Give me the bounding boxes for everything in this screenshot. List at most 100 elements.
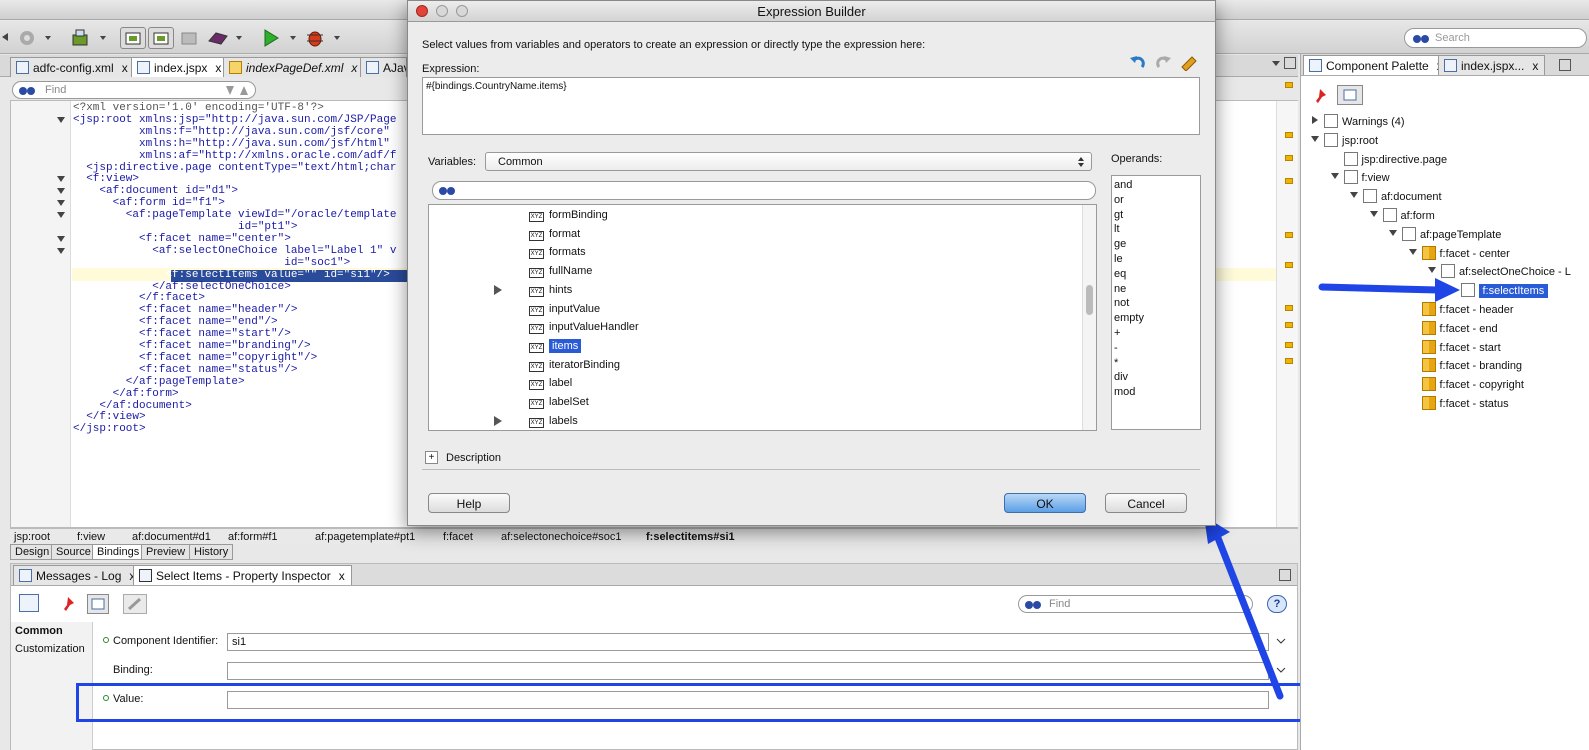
tree-toggle-icon[interactable]: [1330, 172, 1341, 181]
edit-properties-icon[interactable]: [87, 594, 109, 614]
close-icon[interactable]: x: [339, 569, 345, 583]
help-button[interactable]: Help: [428, 493, 510, 513]
dropdown-icon[interactable]: [234, 27, 244, 49]
tab-adfc-config[interactable]: adfc-config.xml x: [10, 57, 135, 77]
expand-description-icon[interactable]: +: [425, 451, 438, 464]
component-identifier-field[interactable]: si1: [227, 633, 1269, 651]
fold-toggle-icon[interactable]: [57, 235, 65, 245]
tab-preview[interactable]: Preview: [141, 544, 191, 560]
close-icon[interactable]: x: [122, 61, 128, 75]
crumb-f-view[interactable]: f:view: [77, 531, 105, 543]
variable-item[interactable]: XYZ format: [529, 228, 580, 241]
warning-marker[interactable]: [1285, 82, 1293, 88]
crumb-af-selectonechoice[interactable]: af:selectonechoice#soc1: [501, 531, 621, 543]
operand-item[interactable]: gt: [1114, 209, 1123, 221]
operand-item[interactable]: and: [1114, 179, 1132, 191]
category-customization[interactable]: Customization: [15, 643, 85, 655]
variable-item[interactable]: XYZ labelSet: [529, 396, 589, 409]
warning-marker[interactable]: [1285, 262, 1293, 268]
minimize-icon[interactable]: [1559, 59, 1571, 71]
debug-icon[interactable]: [304, 27, 326, 49]
run-icon[interactable]: [260, 27, 282, 49]
pencil-icon[interactable]: [123, 594, 147, 614]
undo-icon[interactable]: [1128, 53, 1148, 71]
tree-toggle-icon[interactable]: [1350, 191, 1360, 200]
tab-design[interactable]: Design: [10, 544, 55, 560]
variable-item[interactable]: XYZ labels: [494, 415, 578, 428]
close-icon[interactable]: x: [351, 61, 357, 75]
operand-item[interactable]: +: [1114, 327, 1120, 339]
zoom-window-icon[interactable]: [456, 5, 468, 17]
expand-arrow-icon[interactable]: [493, 284, 503, 295]
operand-item[interactable]: ge: [1114, 238, 1126, 250]
code-line[interactable]: xmlns:af="http://xmlns.oracle.com/adf/f: [73, 150, 396, 163]
tree-node[interactable]: af:form: [1369, 208, 1435, 222]
fold-toggle-icon[interactable]: [57, 199, 65, 209]
variables-scrollbar[interactable]: [1082, 205, 1096, 430]
operand-item[interactable]: eq: [1114, 268, 1126, 280]
dropdown-icon[interactable]: [98, 27, 108, 49]
category-common[interactable]: Common: [15, 625, 63, 637]
variable-item[interactable]: XYZ fullName: [529, 265, 592, 279]
edit-properties-icon[interactable]: [1337, 85, 1363, 105]
redo-icon[interactable]: [1153, 53, 1173, 71]
tab-index-jspx[interactable]: index.jspx x: [131, 57, 229, 77]
operand-item[interactable]: empty: [1114, 312, 1144, 324]
select-element-icon[interactable]: [19, 594, 39, 612]
variable-item[interactable]: XYZ formBinding: [529, 209, 608, 222]
tree-toggle-icon[interactable]: [1369, 210, 1380, 219]
tree-toggle-icon[interactable]: [1311, 116, 1321, 125]
code-line[interactable]: xmlns:f="http://java.sun.com/jsf/core": [73, 126, 390, 139]
warning-marker[interactable]: [1285, 178, 1293, 184]
clean-icon[interactable]: [177, 27, 201, 49]
code-line[interactable]: </af:pageTemplate>: [73, 376, 245, 389]
code-line[interactable]: xmlns:h="http://java.sun.com/jsf/html": [73, 138, 390, 151]
operand-item[interactable]: or: [1114, 194, 1124, 206]
rebuild-icon[interactable]: [148, 27, 174, 49]
operand-item[interactable]: ne: [1114, 283, 1126, 295]
crumb-af-form[interactable]: af:form#f1: [228, 531, 278, 543]
description-label[interactable]: Description: [446, 452, 501, 464]
back-icon[interactable]: [0, 27, 10, 49]
tree-toggle-icon[interactable]: [1311, 135, 1321, 144]
operand-item[interactable]: lt: [1114, 223, 1120, 235]
tab-component-palette[interactable]: Component Palettex: [1303, 55, 1450, 75]
code-line[interactable]: <f:facet name="copyright"/>: [73, 352, 317, 365]
variable-item[interactable]: XYZ iteratorBinding: [529, 359, 620, 372]
crumb-af-document[interactable]: af:document#d1: [132, 531, 211, 543]
code-line[interactable]: <jsp:root xmlns:jsp="http://java.sun.com…: [73, 114, 396, 127]
fold-toggle-icon[interactable]: [57, 175, 65, 185]
tree-toggle-icon[interactable]: [1389, 229, 1399, 238]
variable-item[interactable]: XYZ items: [529, 338, 582, 353]
variables-tree[interactable]: XYZ formBinding XYZ format XYZ formats XYZ full…: [428, 204, 1097, 431]
warning-marker[interactable]: [1285, 132, 1293, 138]
editor-find-input[interactable]: Find: [12, 81, 256, 99]
global-search-input[interactable]: Search: [1404, 28, 1587, 48]
operand-item[interactable]: *: [1114, 357, 1118, 369]
expand-arrow-icon[interactable]: [493, 415, 503, 426]
code-line[interactable]: </af:form>: [73, 388, 179, 401]
operands-list[interactable]: and or gt lt ge le eq ne not empty + - * div mod: [1111, 175, 1201, 430]
tree-node[interactable]: jsp:directive.page: [1331, 151, 1447, 166]
ok-button[interactable]: OK: [1004, 493, 1086, 513]
find-arrows-icon[interactable]: [223, 83, 253, 97]
crumb-af-pagetemplate[interactable]: af:pagetemplate#pt1: [315, 531, 415, 543]
tree-node[interactable]: af:document: [1350, 189, 1442, 204]
make-icon[interactable]: [120, 27, 146, 49]
maximize-icon[interactable]: [1284, 57, 1296, 69]
tab-indexpagedef[interactable]: indexPageDef.xml x: [223, 57, 365, 77]
operand-item[interactable]: mod: [1114, 386, 1135, 398]
crumb-f-facet[interactable]: f:facet: [443, 531, 473, 543]
dropdown-icon[interactable]: [43, 27, 53, 49]
tree-node[interactable]: Warnings (4): [1311, 114, 1405, 128]
tab-messages-log[interactable]: Messages - Logx: [13, 565, 143, 585]
eraser-icon[interactable]: [1178, 53, 1198, 71]
variables-select[interactable]: Common: [485, 152, 1092, 171]
fold-toggle-icon[interactable]: [57, 187, 65, 197]
close-window-icon[interactable]: [416, 5, 428, 17]
tree-node[interactable]: af:pageTemplate: [1389, 226, 1501, 241]
tab-bindings[interactable]: Bindings: [92, 544, 145, 560]
pin-icon[interactable]: [59, 595, 77, 613]
deploy-icon[interactable]: [70, 27, 94, 49]
profile-icon[interactable]: [206, 27, 230, 49]
